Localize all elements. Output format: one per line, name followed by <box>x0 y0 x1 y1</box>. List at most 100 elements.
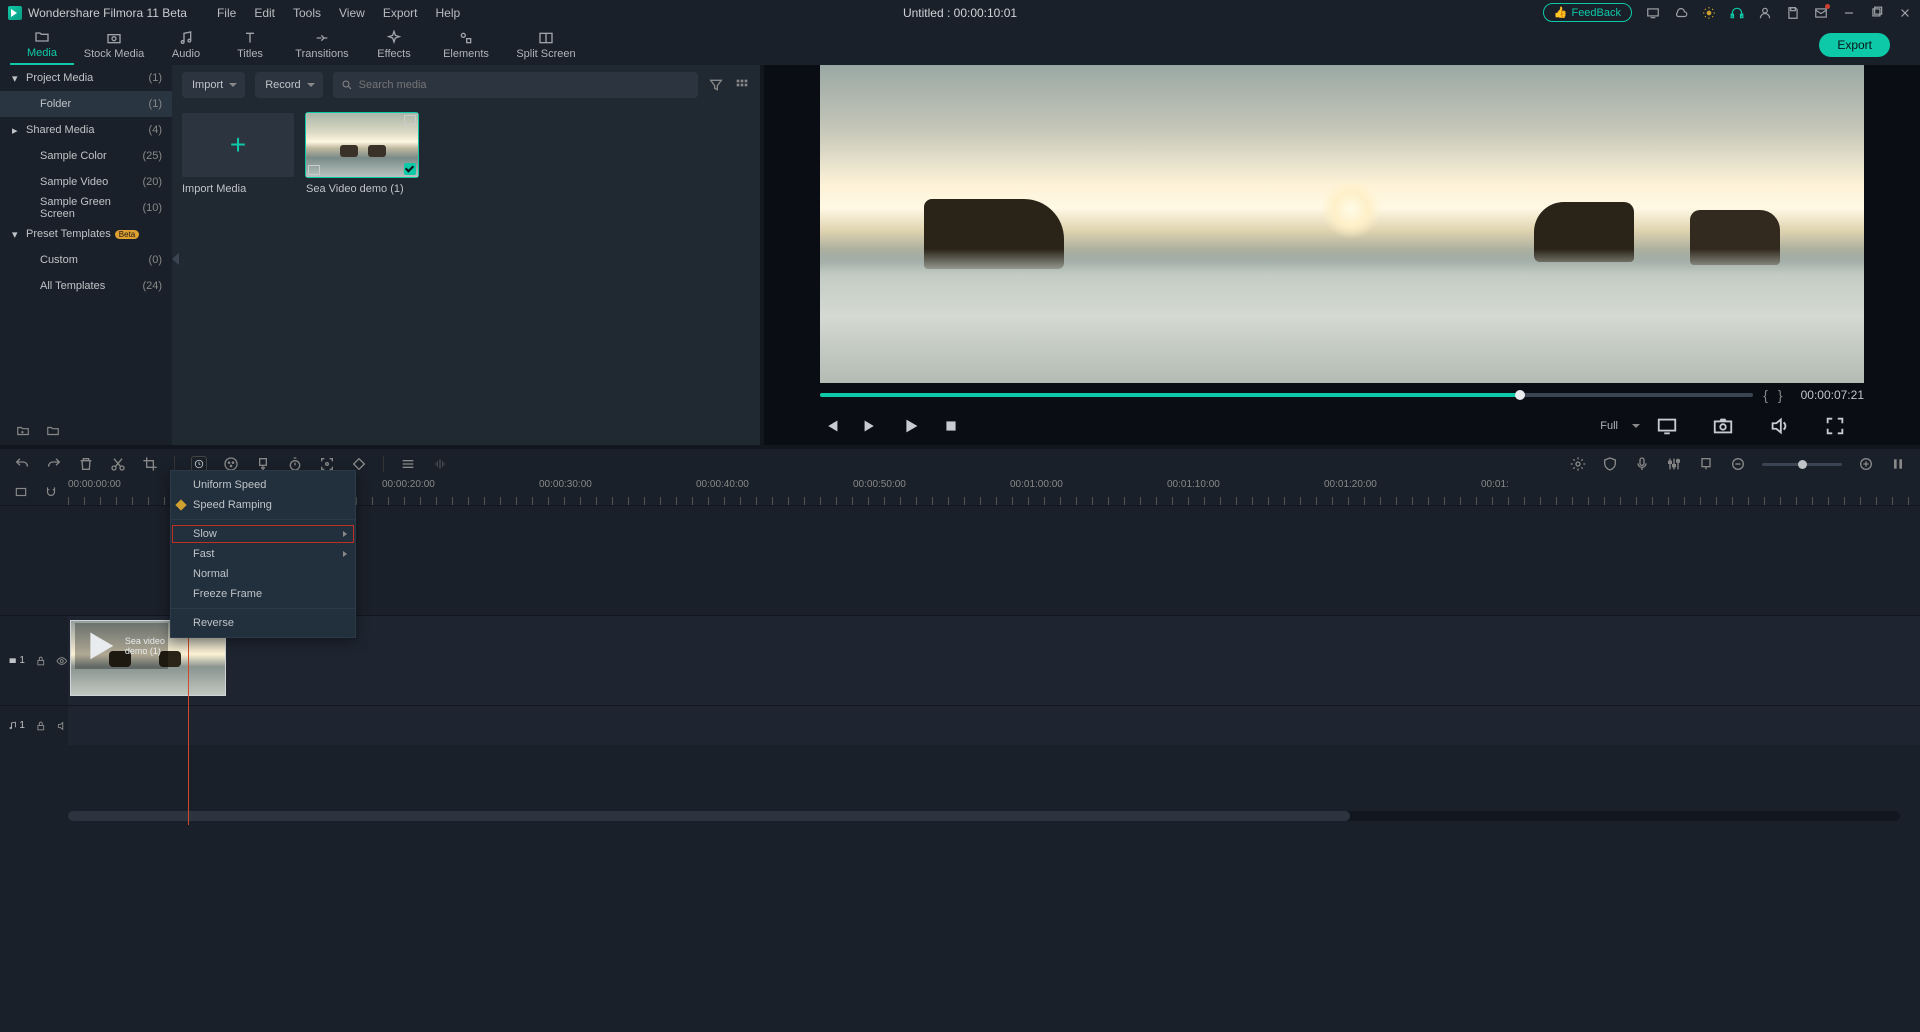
speaker-icon[interactable] <box>56 720 68 732</box>
snapshot-icon[interactable] <box>1712 415 1734 437</box>
redo-icon[interactable] <box>46 456 62 472</box>
tab-media[interactable]: Media <box>10 25 74 65</box>
tab-effects[interactable]: Effects <box>362 25 426 65</box>
zoom-knob[interactable] <box>1798 460 1807 469</box>
add-folder-icon[interactable] <box>16 424 30 438</box>
sidebar-project-media[interactable]: ▾Project Media(1) <box>0 65 172 91</box>
menu-help[interactable]: Help <box>436 6 461 20</box>
sidebar-folder[interactable]: Folder(1) <box>0 91 172 117</box>
maximize-icon[interactable] <box>1870 6 1884 20</box>
screen-icon[interactable] <box>1646 6 1660 20</box>
next-frame-button[interactable] <box>860 415 882 437</box>
ctx-uniform-speed[interactable]: Uniform Speed <box>171 475 355 495</box>
expand-icon[interactable] <box>404 115 416 125</box>
lock-icon[interactable] <box>35 720 47 732</box>
shield-icon[interactable] <box>1602 456 1618 472</box>
tab-audio[interactable]: Audio <box>154 25 218 65</box>
sidebar-preset-templates[interactable]: ▾Preset TemplatesBeta <box>0 221 172 247</box>
scrub-knob[interactable] <box>1515 390 1525 400</box>
fullscreen-icon[interactable] <box>1824 415 1846 437</box>
prev-frame-button[interactable] <box>820 415 842 437</box>
tab-elements[interactable]: Elements <box>426 25 506 65</box>
fit-icon[interactable] <box>14 485 28 499</box>
record-dropdown[interactable]: Record <box>255 72 322 98</box>
search-input[interactable] <box>359 79 690 91</box>
filter-icon[interactable] <box>708 77 724 93</box>
scrollbar-thumb[interactable] <box>68 811 1350 821</box>
preview-video[interactable] <box>820 65 1864 383</box>
display-icon[interactable] <box>1656 415 1678 437</box>
user-icon[interactable] <box>1758 6 1772 20</box>
import-dropdown[interactable]: Import <box>182 72 245 98</box>
play-button[interactable] <box>900 415 922 437</box>
stop-button[interactable] <box>940 415 962 437</box>
waveform-icon[interactable] <box>432 456 448 472</box>
zoom-slider[interactable] <box>1762 463 1842 466</box>
ctx-fast[interactable]: Fast <box>171 544 355 564</box>
sidebar-sample-video[interactable]: Sample Video(20) <box>0 169 172 195</box>
zoom-fit-icon[interactable] <box>1890 456 1906 472</box>
zoom-out-icon[interactable] <box>1730 456 1746 472</box>
import-media-tile[interactable]: + Import Media <box>182 113 294 195</box>
close-icon[interactable] <box>1898 6 1912 20</box>
grid-icon[interactable] <box>734 77 750 93</box>
ruler-label: 00:01:20:00 <box>1324 479 1377 490</box>
chevron-right-icon <box>343 531 347 537</box>
volume-icon[interactable] <box>1768 415 1790 437</box>
preview-panel: { } 00:00:07:21 Full <box>764 65 1920 445</box>
ruler-label: 00:00:50:00 <box>853 479 906 490</box>
save-icon[interactable] <box>1786 6 1800 20</box>
sidebar-custom[interactable]: Custom(0) <box>0 247 172 273</box>
idea-icon[interactable] <box>1702 6 1716 20</box>
mark-in-icon[interactable]: { <box>1763 387 1768 403</box>
ctx-freeze[interactable]: Freeze Frame <box>171 584 355 604</box>
timeline-scrollbar[interactable] <box>68 811 1900 821</box>
menu-edit[interactable]: Edit <box>254 6 275 20</box>
sidebar-sample-green[interactable]: Sample Green Screen(10) <box>0 195 172 221</box>
scrub-bar[interactable] <box>820 393 1753 397</box>
audio-track[interactable]: 1 <box>0 705 1920 745</box>
mic-icon[interactable] <box>1634 456 1650 472</box>
mail-icon[interactable] <box>1814 6 1828 20</box>
tab-titles[interactable]: Titles <box>218 25 282 65</box>
tab-split-screen[interactable]: Split Screen <box>506 25 586 65</box>
lock-icon[interactable] <box>35 655 47 667</box>
search-media[interactable] <box>333 72 698 98</box>
settings-icon[interactable] <box>1570 456 1586 472</box>
list-icon[interactable] <box>400 456 416 472</box>
sidebar-collapse-handle[interactable] <box>172 253 179 265</box>
crop-icon[interactable] <box>142 456 158 472</box>
undo-icon[interactable] <box>14 456 30 472</box>
sidebar-sample-color[interactable]: Sample Color(25) <box>0 143 172 169</box>
sidebar-shared-media[interactable]: ▸Shared Media(4) <box>0 117 172 143</box>
mixer-icon[interactable] <box>1666 456 1682 472</box>
tab-transitions[interactable]: Transitions <box>282 25 362 65</box>
ctx-normal[interactable]: Normal <box>171 564 355 584</box>
menu-file[interactable]: File <box>217 6 236 20</box>
menu-export[interactable]: Export <box>383 6 418 20</box>
ctx-speed-ramping[interactable]: Speed Ramping <box>171 495 355 515</box>
export-button[interactable]: Export <box>1819 33 1890 57</box>
sidebar-all-templates[interactable]: All Templates(24) <box>0 273 172 299</box>
open-folder-icon[interactable] <box>46 424 60 438</box>
zoom-in-icon[interactable] <box>1858 456 1874 472</box>
menu-tools[interactable]: Tools <box>293 6 321 20</box>
ctx-slow[interactable]: Slow <box>171 524 355 544</box>
cloud-icon[interactable] <box>1674 6 1688 20</box>
media-sidebar: ▾Project Media(1) Folder(1) ▸Shared Medi… <box>0 65 172 445</box>
ctx-reverse[interactable]: Reverse <box>171 613 355 633</box>
minimize-icon[interactable] <box>1842 6 1856 20</box>
marker-icon[interactable] <box>1698 456 1714 472</box>
support-icon[interactable] <box>1730 6 1744 20</box>
delete-icon[interactable] <box>78 456 94 472</box>
media-tile-clip1[interactable]: Sea Video demo (1) <box>306 113 418 195</box>
tab-stock-media[interactable]: Stock Media <box>74 25 154 65</box>
feedback-button[interactable]: 👍 FeedBack <box>1543 3 1632 22</box>
magnet-icon[interactable] <box>44 485 58 499</box>
cut-icon[interactable] <box>110 456 126 472</box>
menu-view[interactable]: View <box>339 6 365 20</box>
quality-dropdown[interactable]: Full <box>1600 420 1640 432</box>
eye-icon[interactable] <box>56 655 68 667</box>
ruler-label: 00:00:20:00 <box>382 479 435 490</box>
mark-out-icon[interactable]: } <box>1778 387 1783 403</box>
